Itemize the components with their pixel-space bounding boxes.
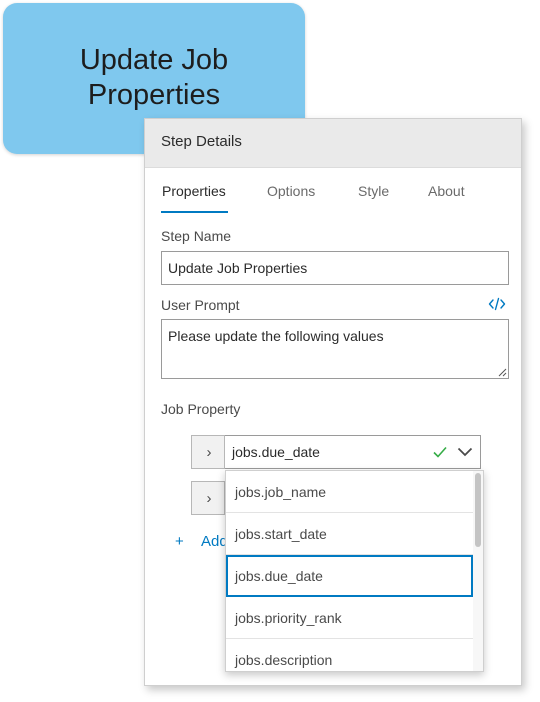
combobox-value: jobs.due_date <box>232 444 320 460</box>
panel-title: Step Details <box>161 133 242 150</box>
step-name-input[interactable]: Update Job Properties <box>161 251 509 285</box>
user-prompt-text: Please update the following values <box>168 328 384 344</box>
tab-style[interactable]: Style <box>358 183 389 199</box>
dropdown-option[interactable]: jobs.job_name <box>226 471 473 513</box>
tab-options[interactable]: Options <box>267 183 315 199</box>
chevron-right-icon: › <box>206 444 212 461</box>
dropdown-option[interactable]: jobs.start_date <box>226 513 473 555</box>
dropdown-option[interactable]: jobs.priority_rank <box>226 597 473 639</box>
tab-about[interactable]: About <box>428 183 465 199</box>
step-node-title-line2: Properties <box>87 79 221 111</box>
code-icon[interactable] <box>488 295 506 313</box>
panel-header: Step Details <box>145 119 521 168</box>
dropdown-option-selected[interactable]: jobs.due_date <box>226 555 473 597</box>
plus-icon: + <box>175 533 184 550</box>
tab-properties[interactable]: Properties <box>162 183 226 199</box>
job-property-combobox[interactable]: jobs.due_date <box>225 435 481 469</box>
step-node-title-line1: Update Job <box>79 44 229 76</box>
chevron-right-icon: › <box>206 490 212 507</box>
step-name-label: Step Name <box>161 228 232 244</box>
user-prompt-label: User Prompt <box>161 297 240 313</box>
expand-row-button[interactable]: › <box>191 435 225 469</box>
job-property-dropdown: jobs.job_name jobs.start_date jobs.due_d… <box>225 470 484 672</box>
scrollbar-thumb[interactable] <box>475 473 481 547</box>
chevron-down-icon[interactable] <box>457 447 473 457</box>
step-node-title: Update Job Properties <box>3 43 305 113</box>
job-property-label: Job Property <box>161 401 241 417</box>
dropdown-option[interactable]: jobs.description <box>226 639 473 671</box>
add-label: Add <box>201 533 228 550</box>
active-tab-indicator <box>161 211 228 213</box>
dropdown-scrollbar[interactable] <box>473 471 483 671</box>
check-icon <box>433 446 447 458</box>
resize-grip-icon[interactable] <box>498 368 507 377</box>
user-prompt-textarea[interactable]: Please update the following values <box>161 319 509 379</box>
expand-row-button-2[interactable]: › <box>191 481 225 515</box>
